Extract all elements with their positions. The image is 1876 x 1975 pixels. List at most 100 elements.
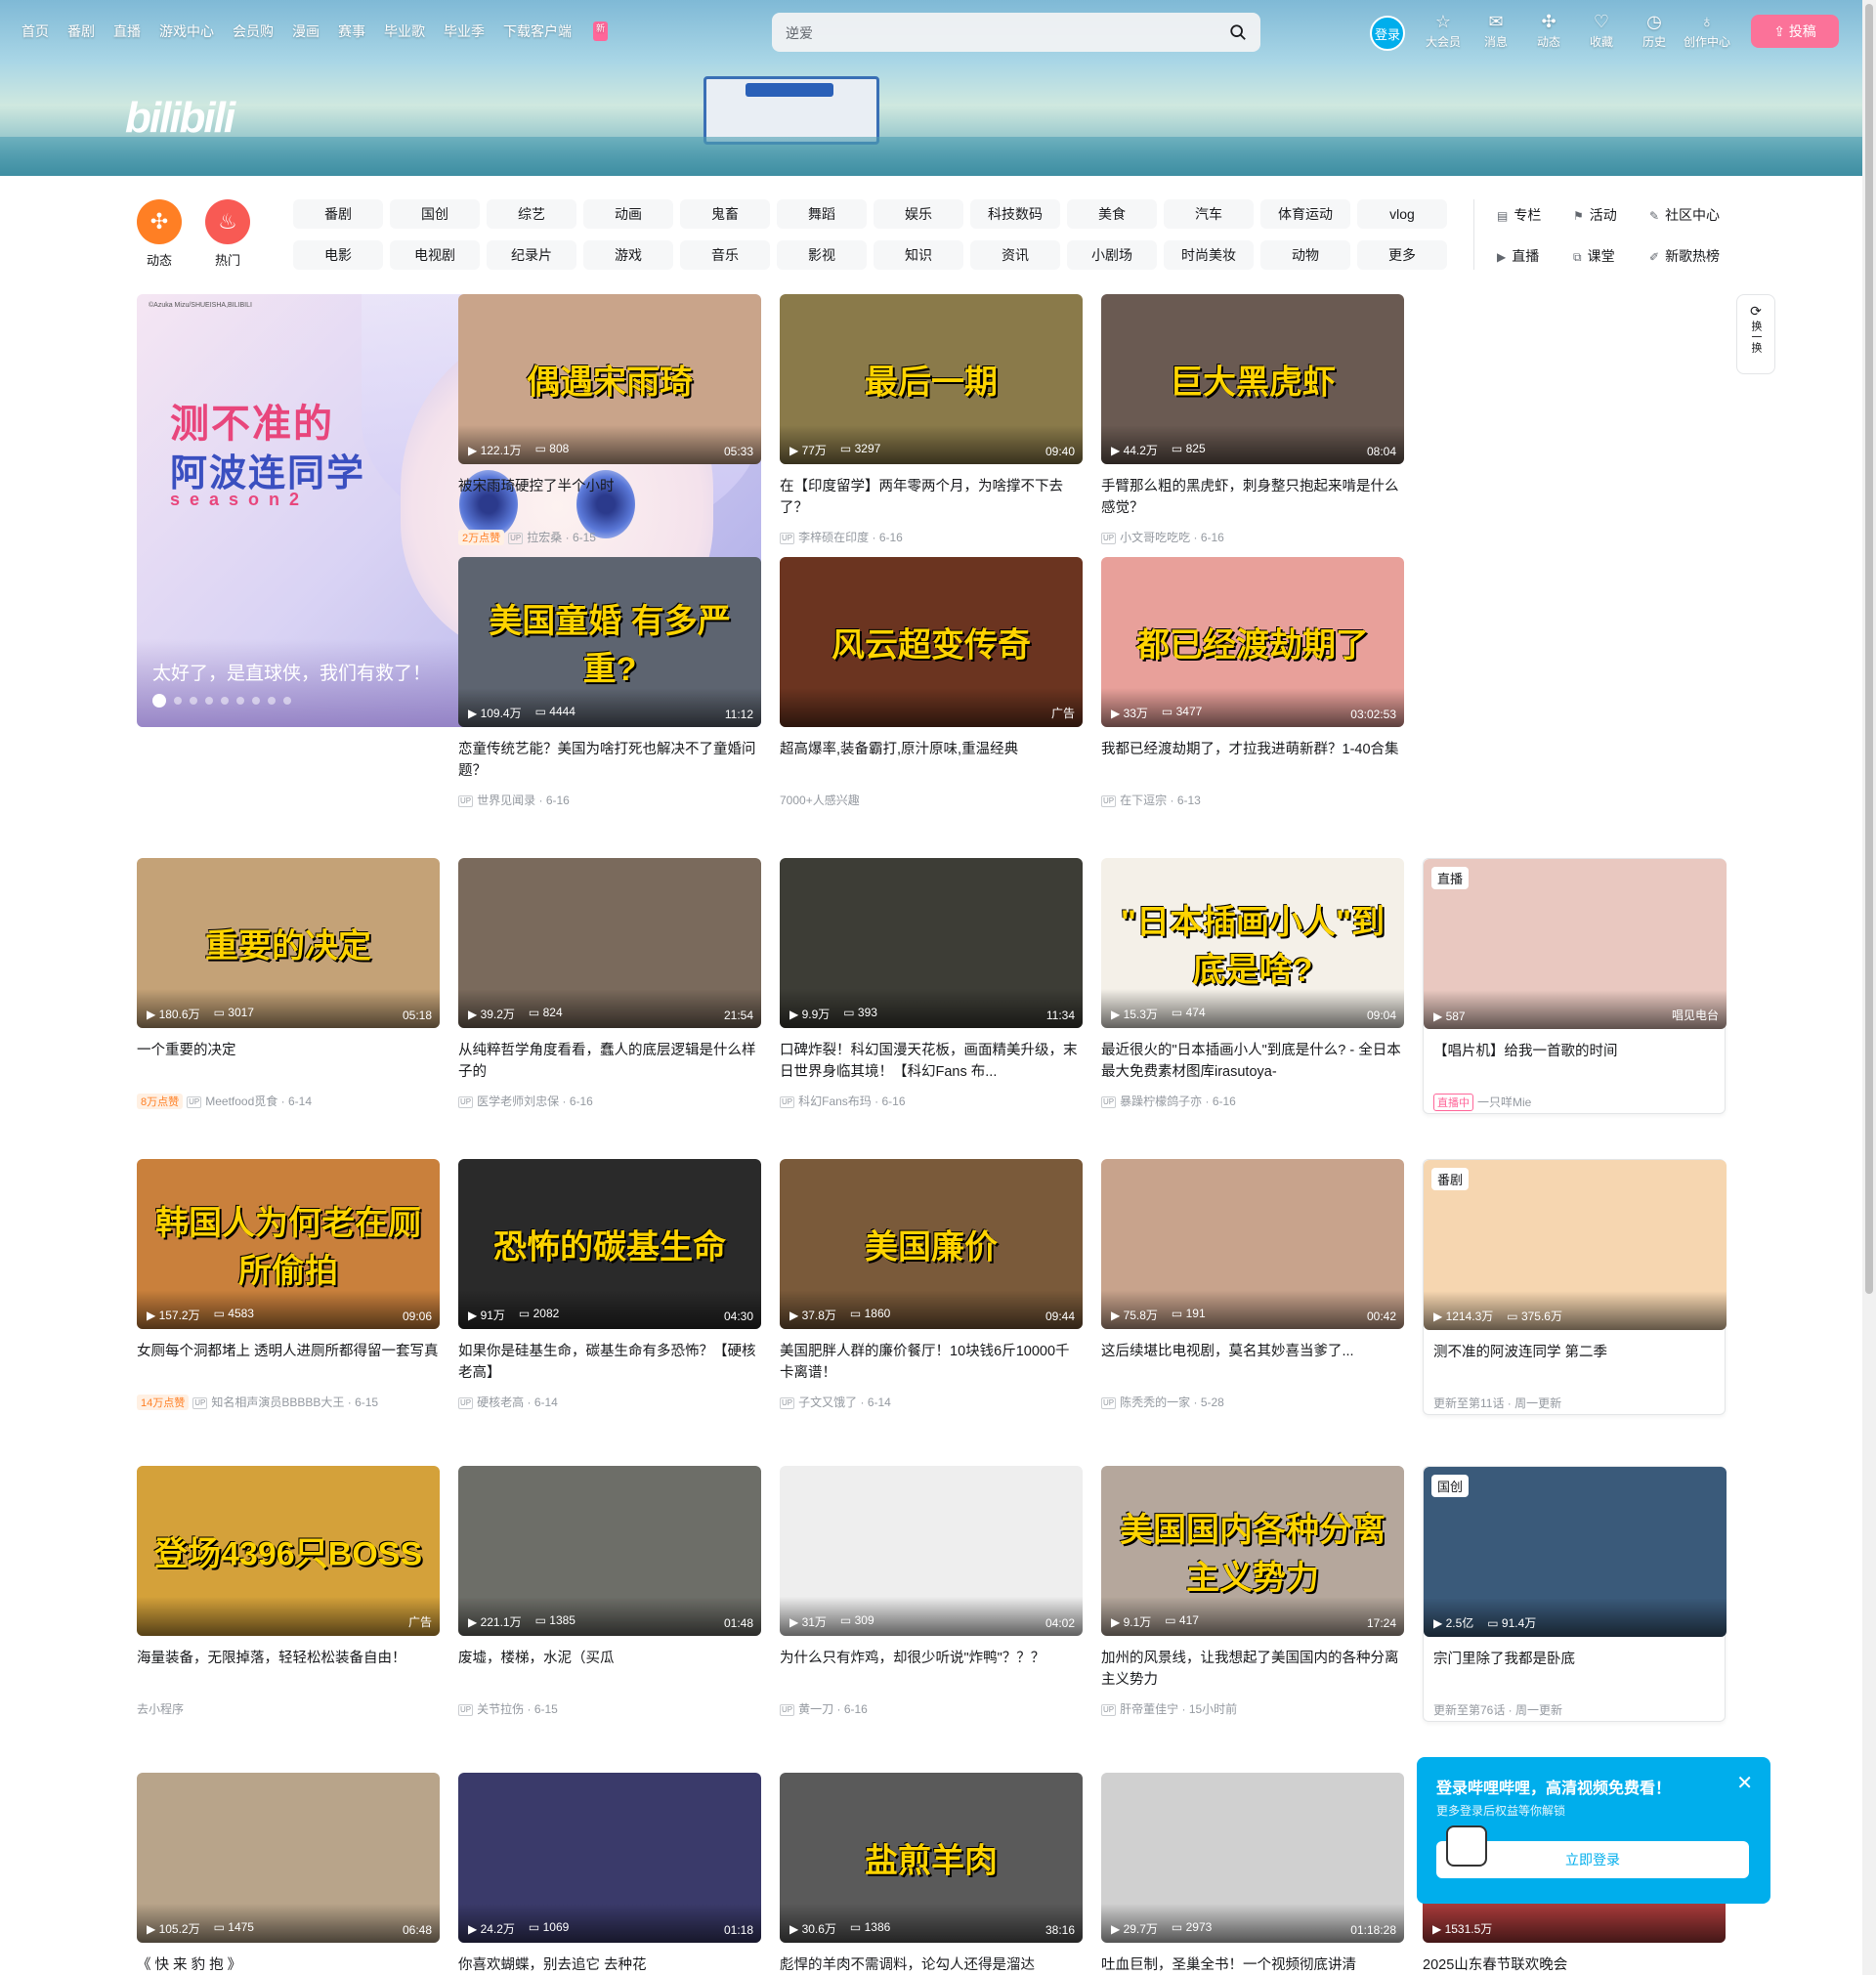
video-author[interactable]: 李梓硕在印度 [798,531,869,544]
video-title[interactable]: 口碑炸裂！科幻国漫天花板，画面精美升级，末日世界身临其境！【科幻Fans 布..… [780,1040,1083,1083]
carousel-dot[interactable] [283,697,291,705]
video-thumbnail[interactable]: 都已经渡劫期了 ▶ 33万 ▭ 3477 03:02:53 [1101,557,1404,727]
video-thumbnail[interactable]: ▶ 75.8万 ▭ 191 00:42 [1101,1159,1404,1329]
top-nav-item[interactable]: 漫画 [292,21,320,41]
video-thumbnail[interactable]: ▶ 221.1万 ▭ 1385 01:48 [458,1466,761,1636]
search-input[interactable]: 逆爱 [786,23,813,43]
video-author[interactable]: 暴躁柠檬鸽子亦 [1120,1095,1202,1108]
video-author[interactable]: 在下逗宗 [1120,794,1167,807]
video-author[interactable]: 去小程序 [137,1702,184,1716]
video-author[interactable]: 更新至第76话 · 周一更新 [1433,1703,1562,1717]
video-title[interactable]: 如果你是硅基生命，碳基生命有多恐怖？【硬核老高】 [458,1341,761,1384]
channel-side-item[interactable]: ▶ 直播 [1497,246,1573,276]
login-avatar[interactable]: 登录 [1370,16,1405,51]
video-card[interactable]: 恐怖的碳基生命 ▶ 91万 ▭ 2082 04:30 如果你是硅基生命，碳基生命有多恐怖… [458,1159,761,1410]
carousel-dot[interactable] [268,697,276,705]
video-title[interactable]: 吐血巨制，圣巢全书！一个视频彻底讲清 [1101,1954,1404,1975]
header-entry-message[interactable]: ✉ 消息 [1470,12,1522,50]
video-card[interactable]: 美国国内各种分离主义势力 ▶ 9.1万 ▭ 417 17:24 加州的风景线，让我想起了… [1101,1466,1404,1717]
header-entry-history[interactable]: ◷ 历史 [1628,12,1681,50]
video-thumbnail[interactable]: 美国廉价 ▶ 37.8万 ▭ 1860 09:44 [780,1159,1083,1329]
video-thumbnail[interactable]: 巨大黑虎虾 ▶ 44.2万 ▭ 825 08:04 [1101,294,1404,464]
video-thumbnail[interactable]: 美国国内各种分离主义势力 ▶ 9.1万 ▭ 417 17:24 [1101,1466,1404,1636]
video-title[interactable]: 女厕每个洞都堵上 透明人进厕所都得留一套写真 [137,1341,440,1384]
video-author[interactable]: 更新至第11话 · 周一更新 [1433,1396,1561,1410]
video-title[interactable]: 测不准的阿波连同学 第二季 [1424,1342,1725,1385]
search-bar[interactable]: 逆爱 [772,13,1260,52]
video-title[interactable]: 超高爆率,装备霸打,原汁原味,重温经典 [780,739,1083,782]
video-card[interactable]: ▶ 221.1万 ▭ 1385 01:48 废墟，楼梯，水泥（买瓜 UP 关节拉伤 · 6… [458,1466,761,1717]
video-thumbnail[interactable]: 恐怖的碳基生命 ▶ 91万 ▭ 2082 04:30 [458,1159,761,1329]
video-card[interactable]: 美国廉价 ▶ 37.8万 ▭ 1860 09:44 美国肥胖人群的廉价餐厅！10块钱6斤… [780,1159,1083,1410]
video-author[interactable]: Meetfood觅食 [205,1095,277,1108]
feature-card[interactable]: 国创 ▶ 2.5亿 ▭ 91.4万宗门里除了我都是卧底更新至第76话 · 周一更新 [1423,1466,1727,1722]
upload-button[interactable]: ⇪ 投稿 [1751,15,1839,48]
carousel-dot[interactable] [190,697,197,705]
channel-item[interactable]: vlog [1357,199,1447,229]
channel-item[interactable]: 汽车 [1164,199,1254,229]
video-title[interactable]: 宗门里除了我都是卧底 [1424,1649,1725,1692]
video-thumbnail[interactable]: 最后一期 ▶ 77万 ▭ 3297 09:40 [780,294,1083,464]
channel-item[interactable]: 游戏 [583,240,673,270]
channel-item[interactable]: 国创 [390,199,480,229]
carousel-dot[interactable] [236,697,244,705]
refresh-button[interactable]: ⟳ 换一换 [1736,294,1775,374]
video-card[interactable]: ▶ 31万 ▭ 309 04:02 为什么只有炸鸡，却很少听说"炸鸭"？？？ UP 黄一刀… [780,1466,1083,1717]
video-thumbnail[interactable]: 偶遇宋雨琦 ▶ 122.1万 ▭ 808 05:33 [458,294,761,464]
video-author[interactable]: 医学老师刘忠保 [477,1095,559,1108]
video-author[interactable]: 知名相声演员BBBBB大王 [211,1395,344,1409]
channel-side-item[interactable]: ✎ 社区中心 [1649,205,1757,235]
ad-card[interactable]: 风云超变传奇 广告超高爆率,装备霸打,原汁原味,重温经典 7000+人感兴趣 [780,557,1083,808]
page-scrollbar[interactable] [1862,0,1876,1975]
video-title[interactable]: 彪悍的羊肉不需调料，论勾人还得是溜达 [780,1954,1083,1975]
video-title[interactable]: 手臂那么粗的黑虎虾，刺身整只抱起来啃是什么感觉？ [1101,476,1404,519]
channel-item[interactable]: 电影 [293,240,383,270]
channel-item[interactable]: 知识 [874,240,963,270]
video-card[interactable]: ▶ 39.2万 ▭ 824 21:54 从纯粹哲学角度看看，蠢人的底层逻辑是什么样子的… [458,858,761,1109]
video-title[interactable]: 《 快 来 豹 抱 》 [137,1954,440,1975]
feature-card[interactable]: 番剧 ▶ 1214.3万 ▭ 375.6万测不准的阿波连同学 第二季更新至第11话 … [1423,1159,1727,1415]
video-title[interactable]: 为什么只有炸鸡，却很少听说"炸鸭"？？？ [780,1648,1083,1691]
video-title[interactable]: 在【印度留学】两年零两个月，为啥撑不下去了？ [780,476,1083,519]
video-author[interactable]: 子文又饿了 [798,1395,857,1409]
top-nav-item[interactable]: 直播 [113,21,141,41]
video-card[interactable]: 盐煎羊肉 ▶ 30.6万 ▭ 1386 38:16 彪悍的羊肉不需调料，论勾人还得是溜达 [780,1773,1083,1975]
channel-side-item[interactable]: ⚑ 活动 [1573,205,1649,235]
video-thumbnail[interactable]: ▶ 31万 ▭ 309 04:02 [780,1466,1083,1636]
video-title[interactable]: 一个重要的决定 [137,1040,440,1083]
video-title[interactable]: 废墟，楼梯，水泥（买瓜 [458,1648,761,1691]
video-card[interactable]: 美国童婚 有多严重? ▶ 109.4万 ▭ 4444 11:12 恋童传统艺能？美国为啥… [458,557,761,808]
top-nav-item[interactable]: 毕业季 [444,21,485,41]
video-card[interactable]: ▶ 24.2万 ▭ 1069 01:18 你喜欢蝴蝶，别去追它 去种花 [458,1773,761,1975]
top-nav-item[interactable]: 会员购 [233,21,274,41]
channel-item[interactable]: 美食 [1067,199,1157,229]
video-thumbnail[interactable]: 番剧 ▶ 1214.3万 ▭ 375.6万 [1424,1160,1727,1330]
channel-hot[interactable]: ♨ 热门 [205,199,250,269]
carousel-caption[interactable]: 太好了，是直球侠，我们有救了！ [152,659,431,685]
video-thumbnail[interactable]: 风云超变传奇 广告 [780,557,1083,727]
header-entry-creator[interactable]: ♁ 创作中心 [1681,12,1733,50]
channel-item[interactable]: 电视剧 [390,240,480,270]
channel-item[interactable]: 动物 [1260,240,1350,270]
video-card[interactable]: 重要的决定 ▶ 180.6万 ▭ 3017 05:18 一个重要的决定 8万点赞 UP Mee… [137,858,440,1109]
video-thumbnail[interactable]: 重要的决定 ▶ 180.6万 ▭ 3017 05:18 [137,858,440,1028]
video-card[interactable]: ▶ 9.9万 ▭ 393 11:34 口碑炸裂！科幻国漫天花板，画面精美升级，末日世界… [780,858,1083,1109]
channel-dynamic[interactable]: ✣ 动态 [137,199,182,269]
header-entry-dynamic[interactable]: ✣ 动态 [1522,12,1575,50]
channel-side-item[interactable]: ⧉ 课堂 [1573,246,1649,276]
channel-item[interactable]: 综艺 [487,199,576,229]
carousel-dot[interactable] [221,697,229,705]
channel-item[interactable]: 音乐 [680,240,770,270]
video-thumbnail[interactable]: ▶ 29.7万 ▭ 2973 01:18:28 [1101,1773,1404,1943]
channel-item[interactable]: 娱乐 [874,199,963,229]
video-title[interactable]: 加州的风景线，让我想起了美国国内的各种分离主义势力 [1101,1648,1404,1691]
video-author[interactable]: 7000+人感兴趣 [780,794,860,807]
video-thumbnail[interactable]: 国创 ▶ 2.5亿 ▭ 91.4万 [1424,1467,1727,1637]
top-nav-item[interactable]: 番剧 [67,21,95,41]
video-author[interactable]: 黄一刀 [798,1702,833,1716]
channel-side-item[interactable]: ▤ 专栏 [1497,205,1573,235]
video-card[interactable]: 韩国人为何老在厕所偷拍 ▶ 157.2万 ▭ 4583 09:06 女厕每个洞都堵上 透… [137,1159,440,1410]
video-title[interactable]: 海量装备，无限掉落，轻轻松松装备自由！ [137,1648,440,1691]
video-thumbnail[interactable]: 登场4396只BOSS 广告 [137,1466,440,1636]
ad-card[interactable]: 登场4396只BOSS 广告海量装备，无限掉落，轻轻松松装备自由！ 去小程序 [137,1466,440,1717]
